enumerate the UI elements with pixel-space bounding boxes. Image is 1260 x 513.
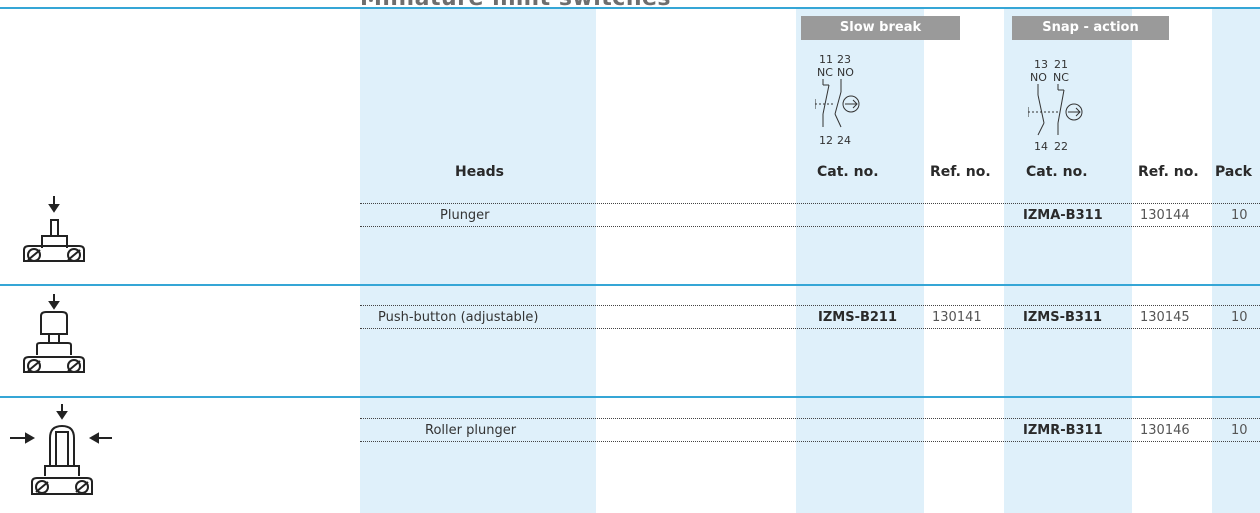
row-1-snap-ref: 130144 (1140, 208, 1190, 223)
pack-column-header: Pack (1215, 164, 1252, 180)
push-button-head-icon (22, 292, 86, 388)
slow-top-left-terminal: 11 (819, 53, 833, 66)
row-3-snap-cat: IZMR-B311 (1023, 423, 1103, 438)
plunger-head-icon (22, 194, 86, 274)
row-2-bottom-dotline (360, 328, 1260, 329)
row-1-separator (0, 284, 1260, 286)
slow-left-type: NC (817, 66, 833, 79)
row-2-separator (0, 396, 1260, 398)
snap-top-right-terminal: 21 (1054, 58, 1068, 71)
row-2-snap-cat: IZMS-B311 (1023, 310, 1103, 325)
snap-top-left-terminal: 13 (1034, 58, 1048, 71)
snap-cat-column-header: Cat. no. (1026, 164, 1088, 180)
snap-left-type: NO (1030, 71, 1047, 84)
snap-bottom-right-terminal: 22 (1054, 140, 1068, 153)
slow-break-contact-diagram: 11 23 NC NO 12 24 (814, 52, 905, 152)
snap-right-type: NC (1053, 71, 1069, 84)
heads-column-header: Heads (455, 164, 505, 180)
slow-top-right-terminal: 23 (837, 53, 851, 66)
snap-bottom-left-terminal: 14 (1034, 140, 1048, 153)
row-3-pack: 10 (1231, 423, 1248, 438)
slow-bottom-left-terminal: 12 (819, 134, 833, 147)
slow-right-type: NO (837, 66, 854, 79)
row-3-top-dotline (360, 418, 1260, 419)
row-3-head-name: Roller plunger (425, 423, 517, 438)
row-2-slow-cat: IZMS-B211 (818, 310, 898, 325)
row-2-head-name: Push-button (adjustable) (378, 310, 539, 325)
row-1-bottom-dotline (360, 226, 1260, 227)
row-1-head-name: Plunger (440, 208, 490, 223)
slow-break-header: Slow break (801, 16, 960, 40)
row-2-snap-ref: 130145 (1140, 310, 1190, 325)
row-2-pack: 10 (1231, 310, 1248, 325)
roller-plunger-head-icon (6, 402, 116, 512)
row-1-snap-cat: IZMA-B311 (1023, 208, 1103, 223)
snap-ref-column-header: Ref. no. (1138, 164, 1199, 180)
row-3-bottom-dotline (360, 441, 1260, 442)
row-1-top-dotline (360, 203, 1260, 204)
slow-ref-column-header: Ref. no. (930, 164, 991, 180)
row-2-top-dotline (360, 305, 1260, 306)
snap-action-header: Snap - action (1012, 16, 1169, 40)
slow-cat-column-header: Cat. no. (817, 164, 879, 180)
row-3-snap-ref: 130146 (1140, 423, 1190, 438)
snap-action-contact-diagram: 13 21 NO NC 14 22 (1027, 57, 1118, 157)
slow-bottom-right-terminal: 24 (837, 134, 851, 147)
row-1-pack: 10 (1231, 208, 1248, 223)
row-2-slow-ref: 130141 (932, 310, 982, 325)
